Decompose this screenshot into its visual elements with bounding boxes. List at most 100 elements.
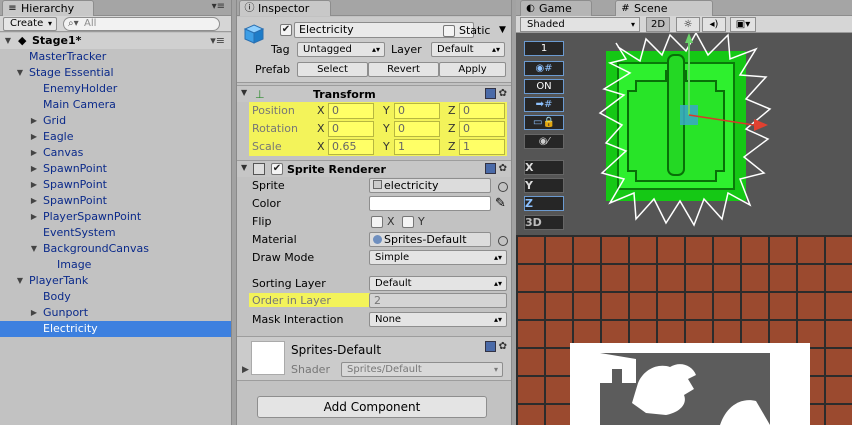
shader-dropdown[interactable]: Sprites/Default ▾ bbox=[341, 362, 503, 377]
fold-arrow-icon[interactable]: ▼ bbox=[241, 88, 247, 97]
visibility-eye-icon[interactable]: ◉# bbox=[524, 61, 564, 76]
object-picker-icon[interactable] bbox=[498, 182, 508, 192]
tag-dropdown[interactable]: Untagged ▴▾ bbox=[297, 42, 385, 57]
transform-header[interactable]: ▼ ⊥ Transform ✿ bbox=[237, 85, 511, 102]
layer-dropdown[interactable]: Default ▴▾ bbox=[431, 42, 505, 57]
expanded-arrow-icon[interactable]: ▼ bbox=[15, 273, 25, 289]
sprite-object-field[interactable]: electricity bbox=[369, 178, 491, 193]
axis-z-button[interactable]: Z bbox=[524, 196, 564, 211]
collapsed-arrow-icon[interactable]: ▶ bbox=[29, 161, 39, 177]
component-menu-icons[interactable]: ✿ bbox=[484, 88, 507, 99]
axis-x-button[interactable]: X bbox=[524, 160, 564, 175]
effects-dropdown-icon[interactable]: ▣▾ bbox=[730, 17, 756, 32]
help-book-icon[interactable] bbox=[484, 341, 496, 352]
hierarchy-search-input[interactable]: ⌕▾ All bbox=[63, 17, 220, 31]
prefab-select-button[interactable]: Select bbox=[297, 62, 368, 77]
rotation-y-field[interactable]: 0 bbox=[394, 121, 440, 137]
scale-x-field[interactable]: 0.65 bbox=[328, 139, 374, 155]
collapsed-arrow-icon[interactable]: ▶ bbox=[29, 305, 39, 321]
help-book-icon[interactable] bbox=[484, 88, 496, 99]
collapse-arrow-icon[interactable]: ▼ bbox=[3, 33, 13, 49]
material-object-field[interactable]: Sprites-Default bbox=[369, 232, 491, 247]
rotation-x-field[interactable]: 0 bbox=[328, 121, 374, 137]
scene-menu-icon[interactable]: ▾≡ bbox=[210, 33, 225, 49]
expand-arrow-icon[interactable]: ▶ bbox=[242, 365, 249, 375]
sprite-renderer-header[interactable]: ▼ ✔ Sprite Renderer ✿ bbox=[237, 160, 511, 177]
position-x-field[interactable]: 0 bbox=[328, 103, 374, 119]
tab-hierarchy[interactable]: ≡ Hierarchy bbox=[2, 0, 94, 16]
hierarchy-item[interactable]: ▶ Grid bbox=[0, 113, 231, 129]
hierarchy-item[interactable]: ▶ Canvas bbox=[0, 145, 231, 161]
eyedropper-icon[interactable]: ✎ bbox=[495, 196, 506, 211]
flip-y-checkbox[interactable] bbox=[402, 216, 414, 228]
scene-viewport[interactable]: 1 ◉# ON ➡# ▭🔒 ◉⁄ X Y Z 3D bbox=[516, 33, 852, 425]
position-y-field[interactable]: 0 bbox=[394, 103, 440, 119]
view-3d-button[interactable]: 3D bbox=[524, 215, 564, 230]
draw-mode-dropdown[interactable]: Simple ▴▾ bbox=[369, 250, 507, 265]
scale-z-field[interactable]: 1 bbox=[459, 139, 505, 155]
object-picker-icon[interactable] bbox=[498, 236, 508, 246]
hierarchy-item[interactable]: EventSystem bbox=[0, 225, 231, 241]
static-checkbox[interactable] bbox=[443, 25, 455, 37]
order-in-layer-field[interactable]: 2 bbox=[369, 293, 507, 308]
create-button[interactable]: Create ▾ bbox=[3, 17, 57, 31]
hierarchy-item[interactable]: Image bbox=[0, 257, 231, 273]
prefab-revert-button[interactable]: Revert bbox=[368, 62, 439, 77]
collapsed-arrow-icon[interactable]: ▶ bbox=[29, 209, 39, 225]
hierarchy-item[interactable]: ▶ SpawnPoint bbox=[0, 177, 231, 193]
mask-interaction-dropdown[interactable]: None ▴▾ bbox=[369, 312, 507, 327]
eagle-base-sprite[interactable] bbox=[570, 343, 810, 425]
hierarchy-item[interactable]: EnemyHolder bbox=[0, 81, 231, 97]
lock-icon[interactable]: ▭🔒 bbox=[524, 115, 564, 130]
collapsed-arrow-icon[interactable]: ▶ bbox=[29, 113, 39, 129]
hierarchy-item[interactable]: ▼ BackgroundCanvas bbox=[0, 241, 231, 257]
component-menu-icons[interactable]: ✿ bbox=[484, 163, 507, 174]
tab-scene[interactable]: # Scene bbox=[615, 0, 713, 16]
audio-toggle-icon[interactable]: ◂) bbox=[702, 17, 726, 32]
hierarchy-item[interactable]: Main Camera bbox=[0, 97, 231, 113]
axis-y-button[interactable]: Y bbox=[524, 178, 564, 193]
tab-inspector[interactable]: ⓘ Inspector bbox=[239, 0, 331, 16]
collapsed-arrow-icon[interactable]: ▶ bbox=[29, 145, 39, 161]
hierarchy-item[interactable]: ▶ SpawnPoint bbox=[0, 161, 231, 177]
layer-number-button[interactable]: 1 bbox=[524, 41, 564, 56]
collapsed-arrow-icon[interactable]: ▶ bbox=[29, 129, 39, 145]
prefab-apply-button[interactable]: Apply bbox=[439, 62, 506, 77]
expanded-arrow-icon[interactable]: ▼ bbox=[15, 65, 25, 81]
expanded-arrow-icon[interactable]: ▼ bbox=[29, 241, 39, 257]
eye-hidden-icon[interactable]: ◉⁄ bbox=[524, 134, 564, 149]
collapsed-arrow-icon[interactable]: ▶ bbox=[29, 193, 39, 209]
on-toggle-button[interactable]: ON bbox=[524, 79, 564, 94]
collapsed-arrow-icon[interactable]: ▶ bbox=[29, 177, 39, 193]
flip-x-checkbox[interactable] bbox=[371, 216, 383, 228]
help-book-icon[interactable] bbox=[484, 163, 496, 174]
fold-arrow-icon[interactable]: ▼ bbox=[241, 163, 247, 172]
hierarchy-item[interactable]: ▶ Eagle bbox=[0, 129, 231, 145]
hierarchy-item[interactable]: Body bbox=[0, 289, 231, 305]
hierarchy-item[interactable]: ▼ PlayerTank bbox=[0, 273, 231, 289]
hierarchy-item[interactable]: ▶ PlayerSpawnPoint bbox=[0, 209, 231, 225]
scene-header-row[interactable]: ▼ ◆ Stage1* ▾≡ bbox=[0, 33, 231, 49]
hierarchy-item[interactable]: ▶ Gunport bbox=[0, 305, 231, 321]
tab-game[interactable]: ◐ Game bbox=[520, 0, 592, 16]
hierarchy-item[interactable]: Electricity bbox=[0, 321, 231, 337]
lighting-toggle-icon[interactable]: ☼ bbox=[676, 17, 700, 32]
position-z-field[interactable]: 0 bbox=[459, 103, 505, 119]
hierarchy-item[interactable]: ▼ Stage Essential bbox=[0, 65, 231, 81]
rotation-z-field[interactable]: 0 bbox=[459, 121, 505, 137]
hierarchy-item[interactable]: MasterTracker bbox=[0, 49, 231, 65]
scale-y-field[interactable]: 1 bbox=[394, 139, 440, 155]
electricity-sprite[interactable] bbox=[596, 33, 776, 233]
shading-mode-dropdown[interactable]: Shaded ▾ bbox=[520, 17, 640, 32]
sprite-renderer-enabled-checkbox[interactable]: ✔ bbox=[271, 163, 283, 175]
panel-menu-icon[interactable]: ▾≡ bbox=[212, 1, 225, 12]
add-component-button[interactable]: Add Component bbox=[257, 396, 487, 418]
arrow-gizmo-icon[interactable]: ➡# bbox=[524, 97, 564, 112]
hierarchy-item[interactable]: ▶ SpawnPoint bbox=[0, 193, 231, 209]
static-dropdown-icon[interactable]: ▼ bbox=[499, 23, 506, 37]
active-checkbox[interactable]: ✔ bbox=[280, 24, 292, 36]
sorting-layer-dropdown[interactable]: Default ▴▾ bbox=[369, 276, 507, 291]
component-menu-icons[interactable]: ✿ bbox=[484, 341, 507, 352]
color-swatch[interactable] bbox=[369, 196, 491, 211]
2d-toggle-button[interactable]: 2D bbox=[646, 17, 670, 32]
